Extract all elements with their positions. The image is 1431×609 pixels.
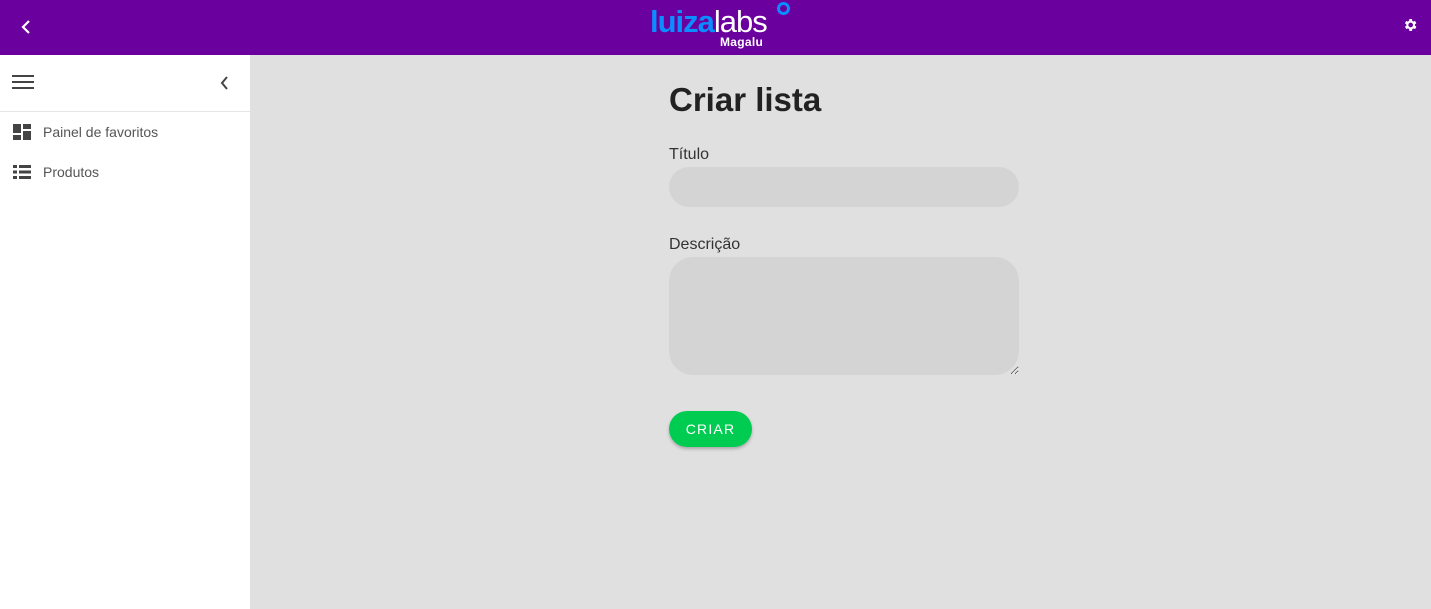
main-content: Criar lista Título Descrição CRIAR: [250, 55, 1431, 609]
title-input[interactable]: [669, 167, 1019, 207]
sidebar-item-label: Painel de favoritos: [43, 124, 159, 140]
settings-button[interactable]: [1401, 15, 1419, 35]
logo-wordmark: luizalabs: [650, 4, 768, 39]
logo-subtext: Magalu: [720, 35, 764, 49]
top-app-bar: luizalabs Magalu: [0, 0, 1431, 55]
back-button[interactable]: [14, 16, 38, 38]
title-field-label: Título: [669, 146, 710, 163]
logo-brand-main: luiza: [650, 4, 715, 39]
sidebar-item-painel-de-favoritos[interactable]: Painel de favoritos: [0, 112, 250, 152]
collapse-sidebar-button[interactable]: [216, 74, 234, 92]
luizalabs-logo: luizalabs Magalu: [650, 0, 790, 52]
chevron-left-icon: [21, 20, 30, 34]
hamburger-menu-icon[interactable]: [12, 75, 34, 91]
sidebar: Painel de favoritos Produtos: [0, 55, 250, 609]
description-field-label: Descrição: [669, 236, 741, 253]
logo-brand-light: labs: [713, 4, 768, 39]
sidebar-header: [0, 55, 250, 112]
chevron-left-icon: [220, 76, 228, 90]
gear-icon: [1404, 19, 1417, 31]
dashboard-icon: [13, 124, 31, 140]
page-title: Criar lista: [669, 81, 822, 118]
description-textarea[interactable]: [669, 257, 1019, 375]
list-icon: [13, 165, 31, 179]
logo-dot: [777, 2, 790, 15]
sidebar-item-label: Produtos: [43, 164, 100, 180]
sidebar-item-produtos[interactable]: Produtos: [0, 152, 250, 192]
create-button[interactable]: CRIAR: [669, 411, 752, 447]
